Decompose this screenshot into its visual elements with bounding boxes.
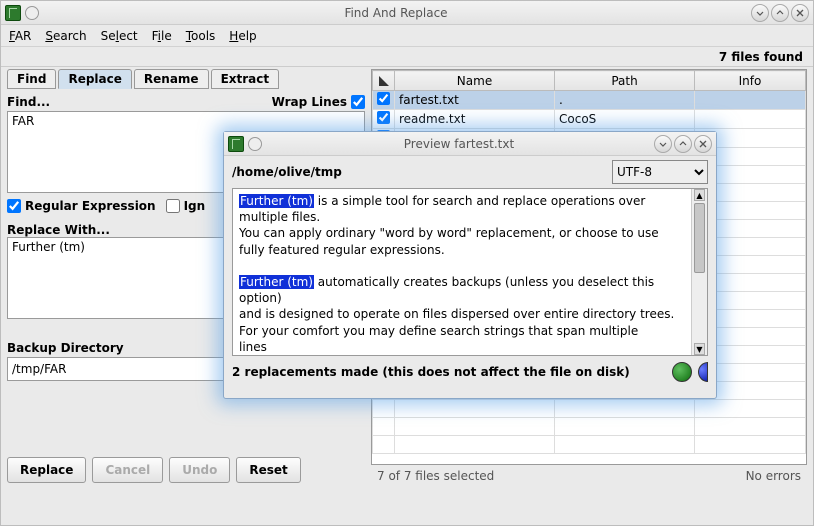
cell-name: readme.txt: [395, 110, 555, 129]
selection-status: 7 of 7 files selected: [377, 469, 494, 483]
table-row[interactable]: readme.txt CocoS: [373, 110, 806, 129]
close-button[interactable]: [791, 4, 809, 22]
col-check[interactable]: [373, 71, 395, 91]
window-menu-icon[interactable]: [25, 6, 39, 20]
tab-replace[interactable]: Replace: [58, 69, 131, 89]
scroll-up-icon[interactable]: ▲: [694, 189, 705, 201]
col-info[interactable]: Info: [695, 71, 806, 91]
wrap-lines-checkbox[interactable]: Wrap Lines: [272, 95, 365, 109]
scroll-thumb[interactable]: [694, 203, 705, 273]
app-icon: [228, 136, 244, 152]
window-title: Find And Replace: [41, 6, 751, 20]
dialog-title: Preview fartest.txt: [264, 137, 654, 151]
preview-scrollbar[interactable]: ▲ ▼: [691, 189, 707, 355]
undo-button: Undo: [169, 457, 230, 483]
tab-extract[interactable]: Extract: [211, 69, 280, 89]
cell-info: [695, 91, 806, 110]
status-dot-green[interactable]: [672, 362, 692, 382]
ignore-input[interactable]: [166, 199, 180, 213]
menu-select[interactable]: Select: [101, 29, 138, 43]
regex-checkbox[interactable]: Regular Expression: [7, 199, 156, 213]
col-path[interactable]: Path: [555, 71, 695, 91]
scroll-down-icon[interactable]: ▼: [694, 343, 705, 355]
wrap-lines-input[interactable]: [351, 95, 365, 109]
preview-path: /home/olive/tmp: [232, 165, 606, 179]
menu-file[interactable]: File: [152, 29, 172, 43]
dialog-close-button[interactable]: [694, 135, 712, 153]
menu-help[interactable]: Help: [229, 29, 256, 43]
menu-search[interactable]: Search: [45, 29, 86, 43]
status-dot-blue[interactable]: [698, 362, 708, 382]
error-status: No errors: [746, 469, 801, 483]
preview-text: Further (tm) is a simple tool for search…: [233, 189, 691, 355]
tab-rename[interactable]: Rename: [134, 69, 209, 89]
table-row[interactable]: fartest.txt .: [373, 91, 806, 110]
table-row[interactable]: [373, 418, 806, 436]
reset-button[interactable]: Reset: [236, 457, 300, 483]
cell-path: .: [555, 91, 695, 110]
match-highlight: Further (tm): [239, 275, 314, 289]
row-checkbox[interactable]: [377, 111, 390, 124]
cell-name: fartest.txt: [395, 91, 555, 110]
ignore-checkbox[interactable]: Ign: [166, 199, 206, 213]
dialog-maximize-button[interactable]: [674, 135, 692, 153]
find-label: Find...: [7, 95, 50, 109]
tabs: Find Replace Rename Extract: [7, 69, 365, 89]
table-row[interactable]: [373, 400, 806, 418]
replace-button[interactable]: Replace: [7, 457, 86, 483]
preview-dialog: Preview fartest.txt /home/olive/tmp UTF-…: [223, 131, 717, 399]
regex-input[interactable]: [7, 199, 21, 213]
minimize-button[interactable]: [751, 4, 769, 22]
window-menu-icon[interactable]: [248, 137, 262, 151]
cell-info: [695, 110, 806, 129]
menubar: FAR Search Select File Tools Help: [1, 25, 813, 47]
app-icon: [5, 5, 21, 21]
row-checkbox[interactable]: [377, 92, 390, 105]
preview-status: 2 replacements made (this does not affec…: [232, 365, 666, 379]
titlebar: Find And Replace: [1, 1, 813, 25]
dialog-minimize-button[interactable]: [654, 135, 672, 153]
files-found-summary: 7 files found: [1, 47, 813, 67]
encoding-select[interactable]: UTF-8: [612, 160, 708, 184]
menu-far[interactable]: FAR: [9, 29, 31, 43]
maximize-button[interactable]: [771, 4, 789, 22]
tab-find[interactable]: Find: [7, 69, 56, 89]
cancel-button: Cancel: [92, 457, 163, 483]
match-highlight: Further (tm): [239, 194, 314, 208]
cell-path: CocoS: [555, 110, 695, 129]
table-row[interactable]: [373, 436, 806, 454]
menu-tools[interactable]: Tools: [186, 29, 216, 43]
col-name[interactable]: Name: [395, 71, 555, 91]
